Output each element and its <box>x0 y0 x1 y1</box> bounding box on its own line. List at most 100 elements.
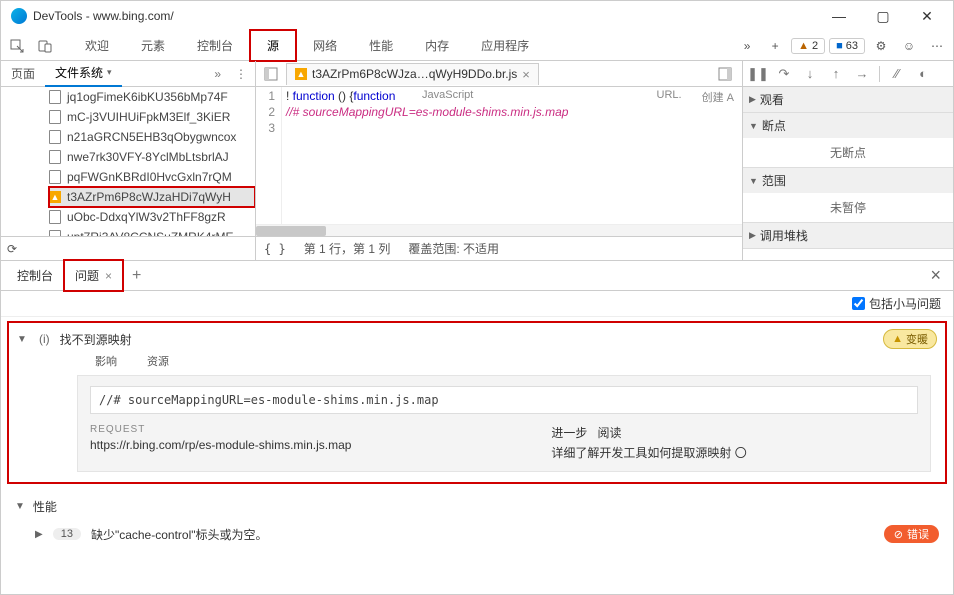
file-icon <box>49 230 61 236</box>
warnings-badge[interactable]: ▲2 <box>791 38 825 54</box>
app-icon <box>11 8 27 24</box>
info-count: 63 <box>846 40 858 52</box>
request-label: REQUEST <box>90 424 351 435</box>
warning-icon: ▲ <box>49 191 61 203</box>
step-icon[interactable]: → <box>851 64 873 84</box>
horizontal-scrollbar[interactable] <box>256 224 742 236</box>
maximize-button[interactable]: ▢ <box>861 1 905 31</box>
tab-memory[interactable]: 内存 <box>409 31 465 60</box>
close-window-button[interactable]: ✕ <box>905 1 949 31</box>
issue-group: ▼ (i) 找不到源映射 ▲变暖 影响 资源 //# sourceMapping… <box>7 321 947 484</box>
info-badge[interactable]: ■63 <box>829 38 865 54</box>
file-item-selected[interactable]: ▲t3AZrPm6P8cWJzaHDi7qWyH <box>49 187 255 207</box>
more-subtabs-icon[interactable]: » <box>208 67 227 81</box>
breakpoints-section[interactable]: ▼断点 <box>743 113 953 138</box>
settings-icon[interactable]: ⚙ <box>869 34 893 58</box>
tab-elements[interactable]: 元素 <box>125 31 181 60</box>
error-chip: 错误 <box>884 525 939 543</box>
file-icon <box>49 130 61 144</box>
step-over-icon[interactable]: ↷ <box>773 64 795 84</box>
file-item[interactable]: jq1ogFimeK6ibKU356bMp74F <box>49 87 255 107</box>
tab-application[interactable]: 应用程序 <box>465 31 545 60</box>
window-title: DevTools - www.bing.com/ <box>33 9 174 23</box>
pause-exc-icon[interactable]: ◐ <box>912 64 934 84</box>
info-icon: (i) <box>39 332 50 346</box>
tab-sources[interactable]: 源 <box>249 29 297 62</box>
file-icon <box>49 210 61 224</box>
minimize-button[interactable]: — <box>817 1 861 31</box>
file-icon <box>49 170 61 184</box>
file-item[interactable]: mC-j3VUIHUiFpkM3Elf_3KiER <box>49 107 255 127</box>
issue-count-chip: 13 <box>53 528 81 540</box>
inspect-icon[interactable] <box>5 34 29 58</box>
editor-dock-right-icon[interactable] <box>712 67 738 81</box>
file-list: jq1ogFimeK6ibKU356bMp74F mC-j3VUIHUiFpkM… <box>1 87 255 236</box>
lang-hint: JavaScript <box>422 89 473 101</box>
pause-icon[interactable]: ❚❚ <box>747 64 769 84</box>
add-tab-icon[interactable]: + <box>763 34 787 58</box>
file-icon <box>49 90 61 104</box>
pretty-print-icon[interactable]: { } <box>264 242 286 256</box>
perf-section-header[interactable]: ▼ 性能 <box>15 492 939 521</box>
file-item[interactable]: upt7Ri3AV8CCNSuZMRK4rME <box>49 227 255 236</box>
read-body[interactable]: 详细了解开发工具如何提取源映射 〇 <box>551 444 746 461</box>
tab-welcome[interactable]: 欢迎 <box>69 31 125 60</box>
more-tabs-icon[interactable]: » <box>735 34 759 58</box>
warning-icon: ▲ <box>295 68 307 80</box>
tab-console[interactable]: 控制台 <box>181 31 249 60</box>
close-tab-icon[interactable]: × <box>105 269 112 283</box>
warn-count: 2 <box>812 40 818 52</box>
file-item[interactable]: pqFWGnKBRdI0HvcGxln7rQM <box>49 167 255 187</box>
feedback-icon[interactable]: ☺ <box>897 34 921 58</box>
tab-performance[interactable]: 性能 <box>353 31 409 60</box>
url-hint: URL. <box>657 89 682 105</box>
tab-network[interactable]: 网络 <box>297 31 353 60</box>
subtab-page[interactable]: 页面 <box>1 61 45 86</box>
breakpoints-body: 无断点 <box>743 138 953 167</box>
file-icon <box>49 110 61 124</box>
severity-badge: ▲变暖 <box>883 329 937 349</box>
issue-title: 找不到源映射 <box>60 331 873 348</box>
request-url[interactable]: https://r.bing.com/rp/es-module-shims.mi… <box>90 438 351 452</box>
sync-icon[interactable]: ⟳ <box>7 242 17 256</box>
dock-icon[interactable] <box>260 67 282 81</box>
create-hint: 创建 A <box>702 89 734 105</box>
close-tab-icon[interactable]: × <box>522 67 530 82</box>
subtab-filesystem[interactable]: 文件系统 ▾ <box>45 60 122 87</box>
deactivate-bp-icon[interactable]: ⁄⁄ <box>886 64 908 84</box>
read-label: 阅读 <box>597 426 621 440</box>
include-minor-checkbox[interactable]: 包括小马问题 <box>852 295 941 312</box>
file-item[interactable]: uObc-DdxqYlW3v2ThFF8gzR <box>49 207 255 227</box>
perf-heading: 性能 <box>33 498 57 515</box>
add-drawer-tab-icon[interactable]: + <box>124 263 149 289</box>
cursor-pos: 第 1 行，第 1 列 <box>304 240 391 257</box>
scope-body: 未暂停 <box>743 193 953 222</box>
step-into-icon[interactable]: ↓ <box>799 64 821 84</box>
drawer-tab-console[interactable]: 控制台 <box>7 261 63 290</box>
file-item[interactable]: nwe7rk30VFY-8YclMbLtsbrlAJ <box>49 147 255 167</box>
watch-section[interactable]: ▶观看 <box>743 87 953 112</box>
editor-tab-name: t3AZrPm6P8cWJza…qWyH9DDo.br.js <box>312 67 517 81</box>
editor-tab[interactable]: ▲ t3AZrPm6P8cWJza…qWyH9DDo.br.js × <box>286 63 539 85</box>
file-icon <box>49 150 61 164</box>
kebab-icon[interactable]: ⋯ <box>925 34 949 58</box>
device-icon[interactable] <box>33 34 57 58</box>
code-area[interactable]: ! function () {function //# sourceMappin… <box>282 87 742 224</box>
callstack-section[interactable]: ▶调用堆栈 <box>743 223 953 248</box>
line-gutter: 1 2 3 <box>256 87 282 224</box>
filesystem-label: 文件系统 <box>55 64 103 81</box>
file-item[interactable]: n21aGRCN5EHB3qObygwncox <box>49 127 255 147</box>
close-drawer-icon[interactable]: × <box>924 263 947 288</box>
perf-issue-msg: 缺少"cache-control"标头或为空。 <box>91 526 268 543</box>
drawer-tab-issues[interactable]: 问题 × <box>63 259 124 292</box>
issue-meta-affects: 影响 <box>95 353 117 369</box>
expand-icon[interactable]: ▼ <box>17 334 29 345</box>
step-out-icon[interactable]: ↑ <box>825 64 847 84</box>
issues-label: 问题 <box>75 267 99 284</box>
subtabs-kebab-icon[interactable]: ⋮ <box>227 67 255 81</box>
perf-issue-row[interactable]: ▶ 13 缺少"cache-control"标头或为空。 错误 <box>15 521 939 547</box>
coverage-info: 覆盖范围: 不适用 <box>408 240 499 257</box>
issue-meta-resource: 资源 <box>147 353 169 369</box>
expand-icon[interactable]: ▶ <box>35 529 43 540</box>
scope-section[interactable]: ▼范围 <box>743 168 953 193</box>
